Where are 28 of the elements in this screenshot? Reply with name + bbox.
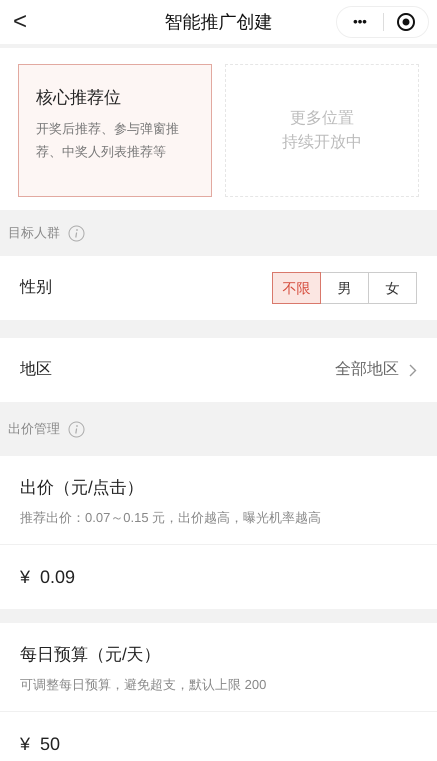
info-icon[interactable]: [68, 420, 85, 438]
more-button[interactable]: •••: [337, 12, 383, 32]
field-title: 每日预算（元/天）: [20, 644, 162, 666]
field-label: 性别: [20, 278, 52, 298]
amount-field[interactable]: ¥ 0.09: [0, 545, 437, 609]
back-button[interactable]: <: [8, 10, 32, 34]
section-label: 出价管理: [8, 420, 60, 438]
gender-option[interactable]: 女: [368, 272, 417, 304]
field-hint: 推荐出价：0.07～0.15 元，出价越高，曝光机率越高: [20, 508, 322, 526]
gender-option[interactable]: 不限: [272, 272, 321, 304]
region-value: 全部地区: [335, 360, 399, 380]
placement-option[interactable]: 核心推荐位 开奖后推荐、参与弹窗推荐、中奖人列表推荐等: [18, 64, 212, 197]
currency-symbol: ¥: [20, 732, 30, 756]
amount-field[interactable]: ¥ 50: [0, 712, 437, 761]
gender-option[interactable]: 男: [320, 272, 369, 304]
amount-value: 50: [40, 732, 60, 756]
field-title: 出价（元/点击）: [20, 477, 145, 499]
placeholder-text: 持续开放中: [282, 132, 362, 152]
placeholder-text: 更多位置: [290, 108, 354, 128]
currency-symbol: ¥: [20, 566, 30, 588]
region-row[interactable]: 地区 全部地区: [0, 338, 437, 402]
field-hint: 可调整每日预算，避免超支，默认上限 200: [20, 676, 268, 694]
chevron-right-icon: [409, 364, 417, 376]
section-label: 目标人群: [8, 224, 60, 242]
field-label: 地区: [20, 360, 52, 380]
page-title: 智能推广创建: [164, 10, 272, 34]
amount-value: 0.09: [40, 566, 76, 588]
info-icon[interactable]: [68, 224, 85, 242]
